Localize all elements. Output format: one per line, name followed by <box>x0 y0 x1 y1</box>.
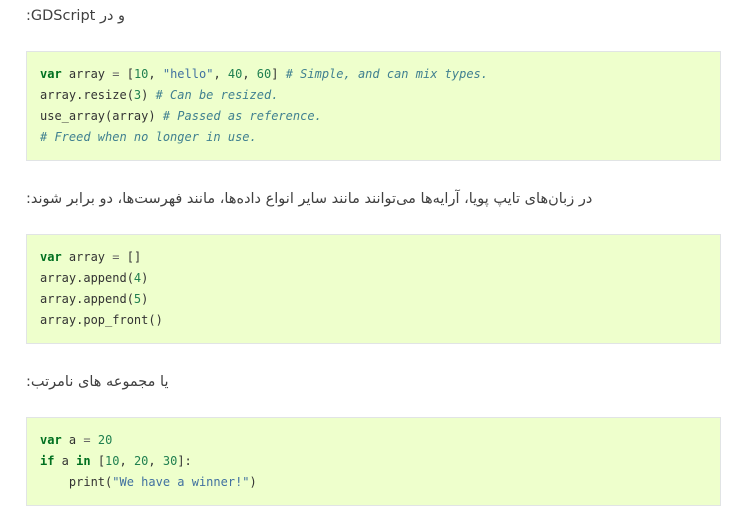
code-text: ) <box>141 292 149 306</box>
document-page: و در GDScript: var array = [10, "hello",… <box>0 0 751 516</box>
code-text: a <box>61 433 84 447</box>
code-text: ) <box>141 88 156 102</box>
code-line: var array = [10, "hello", 40, 60] # Simp… <box>40 64 708 85</box>
code-comment: # Passed as reference. <box>162 109 322 123</box>
code-text: array.append( <box>40 292 134 306</box>
code-text: , <box>213 67 228 81</box>
code-text: ) <box>249 475 257 489</box>
code-number: 10 <box>133 67 149 81</box>
code-text: , <box>148 67 163 81</box>
paragraph-text: و در GDScript: <box>26 8 126 24</box>
code-text: array <box>61 67 113 81</box>
code-comment: # Freed when no longer in use. <box>40 130 257 144</box>
code-block-1[interactable]: var array = [10, "hello", 40, 60] # Simp… <box>26 51 721 161</box>
code-text: use_array(array) <box>40 109 163 123</box>
code-text: array.resize( <box>40 88 134 102</box>
code-keyword: var <box>40 67 62 81</box>
code-number: 20 <box>133 454 149 468</box>
code-text: [] <box>119 250 142 264</box>
code-text: array.append( <box>40 271 134 285</box>
code-text: , <box>119 454 134 468</box>
code-number: 60 <box>256 67 272 81</box>
code-operator: = <box>83 433 91 447</box>
code-keyword: var <box>40 433 62 447</box>
code-number: 30 <box>162 454 178 468</box>
code-string: "hello" <box>162 67 214 81</box>
code-comment: # Simple, and can mix types. <box>285 67 488 81</box>
code-content[interactable]: var array = [10, "hello", 40, 60] # Simp… <box>27 52 720 148</box>
code-line: print("We have a winner!") <box>40 472 708 493</box>
code-keyword: var <box>40 250 62 264</box>
paragraph-text: در زبان‌های تایپ پویا، آرایه‌ها می‌توانن… <box>26 191 593 207</box>
code-text: print( <box>40 475 113 489</box>
code-number: 20 <box>97 433 113 447</box>
intro-paragraph-gdscript: و در GDScript: <box>26 6 723 26</box>
code-line: array.pop_front() <box>40 310 708 331</box>
code-comment: # Can be resized. <box>155 88 279 102</box>
code-text: ) <box>141 271 149 285</box>
code-line: use_array(array) # Passed as reference. <box>40 106 708 127</box>
code-line: var a = 20 <box>40 430 708 451</box>
code-number: 40 <box>227 67 243 81</box>
code-operator: = <box>112 67 120 81</box>
code-line: array.append(4) <box>40 268 708 289</box>
code-block-3[interactable]: var a = 20 if a in [10, 20, 30]: print("W… <box>26 417 721 506</box>
code-text: [ <box>90 454 106 468</box>
code-keyword: in <box>76 454 91 468</box>
code-line: array.resize(3) # Can be resized. <box>40 85 708 106</box>
code-keyword: if <box>40 454 55 468</box>
code-operator: = <box>112 250 120 264</box>
code-text: a <box>54 454 77 468</box>
code-text: array.pop_front() <box>40 313 163 327</box>
code-content[interactable]: var a = 20 if a in [10, 20, 30]: print("W… <box>27 418 720 493</box>
code-line: array.append(5) <box>40 289 708 310</box>
unordered-sets-paragraph: یا مجموعه های نامرتب: <box>26 372 723 392</box>
code-text: ] <box>271 67 286 81</box>
code-line: var array = [] <box>40 247 708 268</box>
code-line: if a in [10, 20, 30]: <box>40 451 708 472</box>
code-content[interactable]: var array = [] array.append(4) array.appen… <box>27 235 720 331</box>
code-text: , <box>242 67 257 81</box>
dynamic-typing-paragraph: در زبان‌های تایپ پویا، آرایه‌ها می‌توانن… <box>26 189 723 209</box>
code-text: ]: <box>177 454 192 468</box>
code-number: 10 <box>105 454 120 468</box>
paragraph-text: یا مجموعه های نامرتب: <box>26 374 169 390</box>
code-text: , <box>148 454 163 468</box>
code-text: array <box>61 250 113 264</box>
code-block-2[interactable]: var array = [] array.append(4) array.appen… <box>26 234 721 344</box>
code-string: "We have a winner!" <box>112 475 250 489</box>
code-line: # Freed when no longer in use. <box>40 127 708 148</box>
code-text: [ <box>119 67 134 81</box>
